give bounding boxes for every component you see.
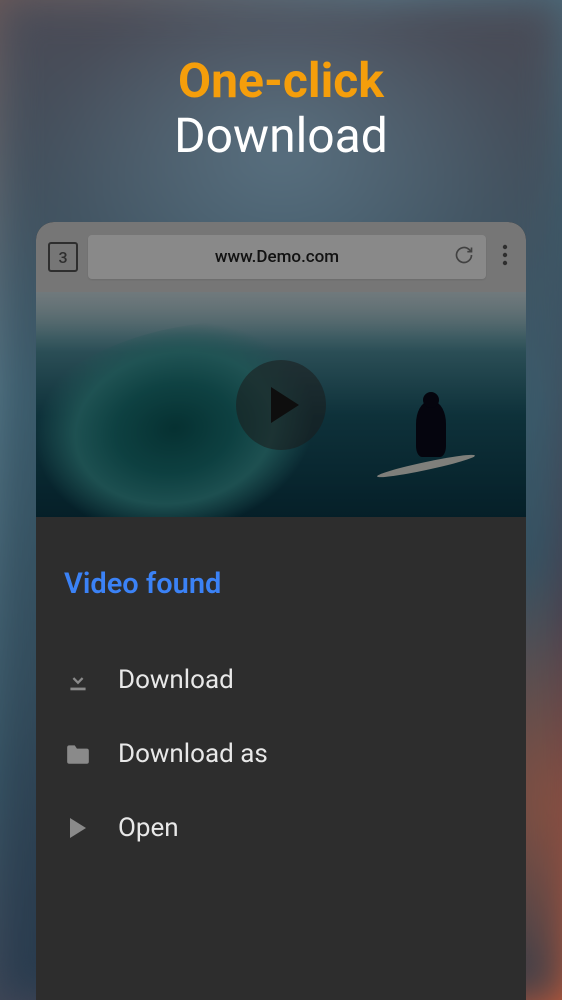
headline-accent: One-click	[0, 55, 562, 108]
surfer-figure	[396, 402, 466, 492]
bottom-sheet: Video found Download Download as	[36, 517, 526, 1000]
open-label: Open	[118, 813, 179, 843]
play-button[interactable]	[236, 360, 326, 450]
folder-icon	[64, 740, 92, 768]
download-icon	[64, 666, 92, 694]
video-thumbnail[interactable]	[36, 292, 526, 517]
browser-toolbar: 3 www.Demo.com	[36, 222, 526, 292]
url-bar[interactable]: www.Demo.com	[88, 235, 486, 279]
download-as-label: Download as	[118, 739, 268, 769]
open-option[interactable]: Open	[64, 791, 498, 865]
download-label: Download	[118, 665, 234, 695]
download-as-option[interactable]: Download as	[64, 717, 498, 791]
sheet-title: Video found	[64, 567, 498, 601]
phone-frame: 3 www.Demo.com	[36, 222, 526, 1000]
headline: One-click Download	[0, 0, 562, 163]
tab-count-button[interactable]: 3	[48, 242, 78, 272]
headline-sub: Download	[0, 108, 562, 163]
more-icon[interactable]	[496, 244, 514, 270]
reload-icon[interactable]	[454, 245, 474, 269]
play-icon	[271, 387, 299, 423]
download-option[interactable]: Download	[64, 643, 498, 717]
play-icon	[64, 814, 92, 842]
url-text: www.Demo.com	[100, 247, 454, 267]
